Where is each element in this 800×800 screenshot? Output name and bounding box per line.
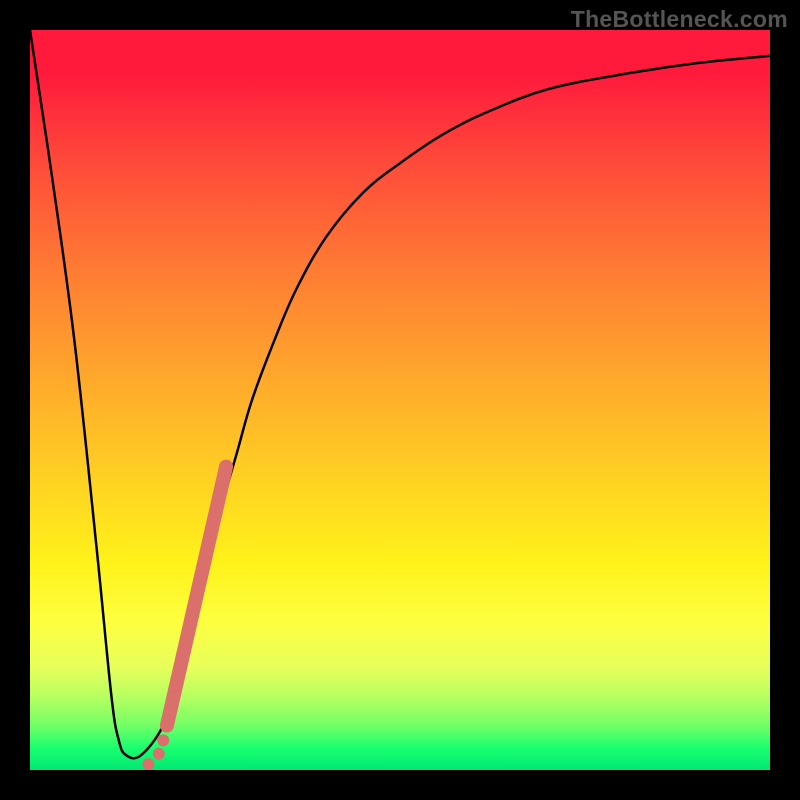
plot-area (30, 30, 770, 770)
bottleneck-curve (30, 30, 770, 758)
marker-dot (142, 758, 154, 770)
watermark-text: TheBottleneck.com (571, 6, 788, 33)
curve-svg (30, 30, 770, 770)
chart-frame: TheBottleneck.com (0, 0, 800, 800)
marker-dot (153, 748, 165, 760)
marker-segment (167, 467, 226, 726)
marker-dot (157, 734, 169, 746)
